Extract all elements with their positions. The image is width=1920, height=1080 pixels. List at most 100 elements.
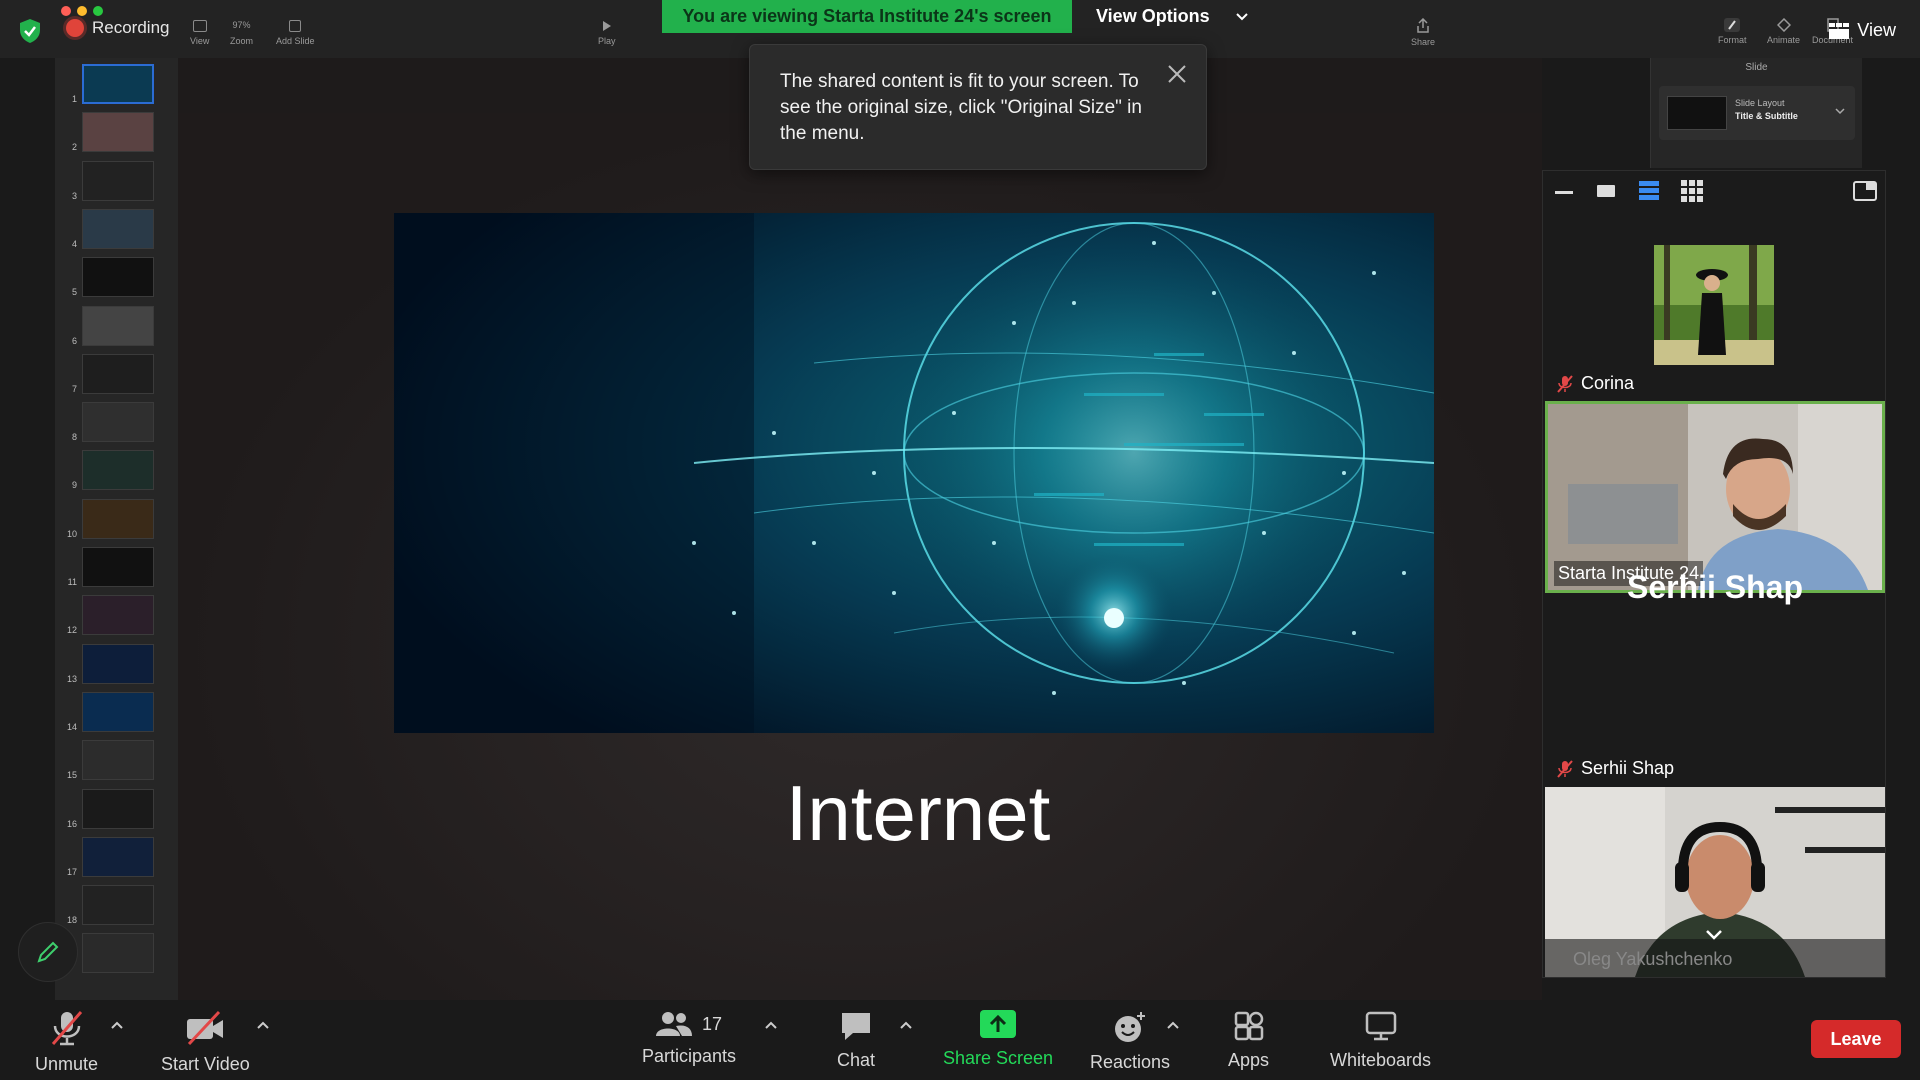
oleg-video[interactable]: Oleg Yakushchenko — [1545, 787, 1885, 977]
slide-thumbnail[interactable] — [82, 257, 154, 298]
chevron-down-icon — [1235, 12, 1248, 20]
participants-options-caret-icon[interactable] — [764, 1020, 778, 1030]
slide-number: 2 — [71, 142, 77, 153]
security-shield-icon[interactable] — [18, 18, 42, 44]
slide-thumbnail[interactable] — [82, 933, 154, 974]
close-icon[interactable] — [1166, 63, 1188, 85]
format-brush-icon — [1724, 18, 1741, 32]
add-slide-icon — [289, 20, 302, 32]
unmute-label: Unmute — [35, 1054, 99, 1074]
corina-name-label: Corina — [1581, 373, 1635, 393]
keynote-share-label: Share — [1411, 37, 1436, 47]
keynote-animate-label: Animate — [1767, 35, 1801, 45]
chat-bubble-icon — [842, 1013, 871, 1040]
share-screen-button[interactable]: Share Screen — [943, 1010, 1053, 1069]
slide-thumbnail[interactable] — [82, 450, 154, 491]
video-options-caret-icon[interactable] — [256, 1020, 270, 1030]
slide-thumbnail[interactable] — [82, 305, 154, 346]
zoom-view-button[interactable]: View — [1829, 20, 1896, 41]
corina-video[interactable] — [1654, 245, 1774, 365]
slide-number: 9 — [71, 480, 77, 491]
participant-name-corina: Corina — [1557, 373, 1634, 394]
slide-number: 7 — [71, 383, 77, 394]
slide-layout-selector[interactable]: Slide Layout Title & Subtitle — [1659, 86, 1855, 140]
recording-indicator[interactable]: Recording — [66, 18, 170, 38]
inspector-title: Slide — [1745, 62, 1768, 73]
keynote-animate-button[interactable]: Animate — [1767, 18, 1800, 45]
maximize-window-button[interactable] — [93, 6, 103, 16]
slide-thumbnail[interactable] — [82, 643, 154, 684]
corina-avatar-image — [1654, 245, 1774, 365]
whiteboards-button[interactable]: Whiteboards — [1330, 1010, 1431, 1071]
chat-options-caret-icon[interactable] — [899, 1020, 913, 1030]
sidebar-icon — [192, 20, 207, 32]
leave-button[interactable]: Leave — [1811, 1020, 1901, 1058]
oleg-name-label: Oleg Yakushchenko — [1573, 949, 1733, 969]
slide-thumbnail[interactable] — [82, 836, 154, 877]
slide-thumbnail[interactable] — [82, 885, 154, 926]
share-screen-icon — [980, 1010, 1017, 1038]
strip-view-icon[interactable] — [1639, 181, 1659, 201]
start-video-button[interactable]: Start Video — [161, 1010, 250, 1075]
slide-number: 12 — [66, 625, 77, 636]
speaker-view-icon[interactable] — [1597, 185, 1615, 199]
slide-number: 17 — [66, 866, 77, 877]
minimize-icon[interactable] — [1555, 191, 1573, 195]
keynote-view-label: View — [190, 36, 210, 46]
view-options-menu[interactable]: View Options — [1072, 0, 1258, 33]
slide-number: 4 — [71, 238, 77, 249]
slide-thumbnail[interactable] — [82, 402, 154, 443]
slide-navigator: 1 2 3 4 5 6 7 8 9 10 11 12 13 14 15 16 17 18 — [55, 58, 178, 1000]
tooltip-text: The shared content is fit to your screen… — [780, 71, 1142, 144]
slide-thumbnail[interactable] — [82, 740, 154, 781]
slide-globe-image — [394, 213, 1434, 733]
slide-thumbnail[interactable] — [82, 64, 154, 104]
keynote-share-button[interactable]: Share — [1411, 18, 1435, 47]
slide-thumbnail[interactable] — [82, 208, 154, 249]
participant-name-serhii-shap: Serhii Shap — [1557, 758, 1674, 779]
keynote-zoom-label: Zoom — [230, 36, 254, 46]
keynote-add-slide-button[interactable]: Add Slide — [276, 20, 315, 46]
slide-thumbnail[interactable] — [82, 691, 154, 732]
chevron-down-icon[interactable] — [1705, 929, 1723, 941]
minimize-window-button[interactable] — [77, 6, 87, 16]
participants-count: 17 — [702, 1013, 723, 1034]
reactions-button[interactable]: Reactions — [1090, 1010, 1170, 1073]
slide-number: 11 — [67, 577, 77, 587]
slide-thumbnail[interactable] — [82, 547, 154, 587]
slide-thumbnail[interactable] — [82, 498, 154, 539]
close-window-button[interactable] — [61, 6, 71, 16]
keynote-zoom-button[interactable]: 97% Zoom — [230, 20, 253, 46]
unmute-button[interactable]: Unmute — [35, 1010, 98, 1075]
keynote-view-button[interactable]: View — [190, 20, 209, 46]
layout-label: Slide Layout — [1735, 98, 1785, 108]
gallery-view-icon[interactable] — [1681, 180, 1703, 202]
audio-options-caret-icon[interactable] — [110, 1020, 124, 1030]
chat-button[interactable]: Chat — [837, 1010, 875, 1071]
viewing-screen-banner: You are viewing Starta Institute 24's sc… — [662, 0, 1072, 33]
play-icon — [602, 21, 611, 31]
slide-number: 6 — [71, 335, 77, 346]
keynote-play-button[interactable]: Play — [598, 20, 616, 46]
fit-to-screen-tooltip: The shared content is fit to your screen… — [749, 44, 1207, 170]
slide-number: 13 — [66, 673, 77, 684]
serhii-shap-name-label: Serhii Shap — [1581, 758, 1675, 778]
starta-institute-video[interactable]: Starta Institute 24 — [1545, 401, 1885, 593]
participants-button[interactable]: 17 Participants — [642, 1010, 736, 1067]
keynote-format-button[interactable]: Format — [1718, 18, 1747, 45]
slide-thumbnail[interactable] — [82, 353, 154, 394]
apps-button[interactable]: Apps — [1228, 1010, 1269, 1071]
pop-out-icon[interactable] — [1853, 181, 1877, 201]
annotate-button[interactable] — [18, 922, 78, 982]
slide-thumbnail[interactable] — [82, 595, 154, 636]
presentation-stage: Internet — [178, 58, 1542, 1000]
oleg-name-bar: Oleg Yakushchenko — [1545, 939, 1885, 977]
reactions-label: Reactions — [1090, 1052, 1171, 1072]
slide-thumbnail[interactable] — [82, 788, 154, 829]
slide-thumbnail[interactable] — [82, 112, 154, 153]
recording-label: Recording — [92, 18, 170, 37]
slide-thumbnail[interactable] — [82, 160, 154, 201]
slide-inspector: Slide Slide Layout Title & Subtitle — [1650, 58, 1862, 168]
mic-muted-icon — [1557, 759, 1573, 778]
reactions-options-caret-icon[interactable] — [1166, 1020, 1180, 1030]
